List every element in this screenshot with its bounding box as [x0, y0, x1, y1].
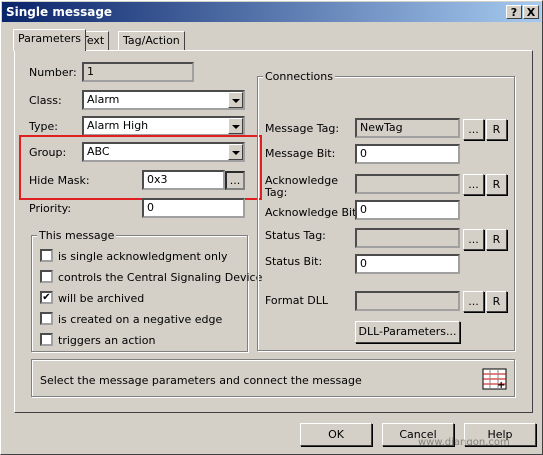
message-tag-label: Message Tag:	[265, 122, 340, 135]
dialog-window: Single message ? X Parameters Text Tag/A…	[0, 0, 543, 455]
message-tag-remove-button[interactable]: R	[486, 119, 507, 140]
format-dll-field	[355, 291, 460, 311]
svg-text:+: +	[497, 380, 505, 390]
priority-label: Priority:	[29, 202, 72, 215]
message-bit-field[interactable]: 0	[355, 144, 460, 164]
tab-tag-action[interactable]: Tag/Action	[118, 31, 185, 51]
central-signaling-label: controls the Central Signaling Device	[58, 271, 263, 284]
message-bit-label: Message Bit:	[265, 147, 336, 160]
negative-edge-checkbox[interactable]	[40, 312, 53, 325]
group-combobox[interactable]: ABC	[82, 142, 245, 162]
archived-checkbox[interactable]: ✔	[40, 291, 53, 304]
chevron-down-icon[interactable]	[228, 144, 243, 160]
format-dll-label: Format DLL	[265, 294, 328, 307]
chevron-down-icon[interactable]	[228, 92, 243, 108]
title-bar: Single message ? X	[2, 2, 541, 22]
message-grid-icon: +	[482, 368, 507, 391]
tab-parameters[interactable]: Parameters	[13, 29, 86, 51]
class-value: Alarm	[87, 93, 120, 106]
ack-tag-label-line2: Tag:	[265, 186, 288, 199]
ack-bit-label: Acknowledge Bit:	[265, 206, 361, 219]
number-field: 1	[82, 62, 194, 82]
triggers-action-checkbox[interactable]	[40, 333, 53, 346]
central-signaling-checkbox[interactable]	[40, 270, 53, 283]
status-bit-label: Status Bit:	[265, 255, 323, 268]
number-label: Number:	[29, 66, 77, 79]
help-question-button[interactable]: ?	[506, 5, 522, 19]
chevron-down-icon[interactable]	[228, 118, 243, 134]
ok-button[interactable]: OK	[300, 423, 372, 446]
type-combobox[interactable]: Alarm High	[82, 116, 245, 136]
group-value: ABC	[87, 145, 110, 158]
single-ack-checkbox[interactable]	[40, 249, 53, 262]
status-tag-label: Status Tag:	[265, 229, 326, 242]
hide-mask-field[interactable]: 0x3	[142, 170, 225, 190]
group-label: Group:	[29, 146, 67, 159]
hide-mask-browse-button[interactable]: ...	[225, 171, 245, 190]
format-dll-remove-button[interactable]: R	[486, 291, 507, 312]
ack-bit-field[interactable]: 0	[355, 200, 460, 220]
message-tag-browse-button[interactable]: ...	[463, 119, 484, 140]
ack-tag-field	[355, 174, 460, 194]
status-tag-browse-button[interactable]: ...	[463, 229, 484, 250]
type-value: Alarm High	[87, 119, 149, 132]
type-label: Type:	[29, 120, 58, 133]
hint-text: Select the message parameters and connec…	[40, 374, 362, 387]
window-title: Single message	[6, 5, 113, 19]
status-tag-field	[355, 228, 460, 248]
class-label: Class:	[29, 94, 62, 107]
dll-parameters-button[interactable]: DLL-Parameters...	[355, 321, 460, 343]
hide-mask-label: Hide Mask:	[29, 174, 90, 187]
watermark: www.diangon.com	[418, 437, 510, 448]
format-dll-browse-button[interactable]: ...	[463, 291, 484, 312]
status-bit-field[interactable]: 0	[355, 254, 460, 274]
ack-tag-remove-button[interactable]: R	[486, 174, 507, 195]
status-tag-remove-button[interactable]: R	[486, 229, 507, 250]
ack-tag-browse-button[interactable]: ...	[463, 174, 484, 195]
priority-field[interactable]: 0	[142, 198, 245, 218]
negative-edge-label: is created on a negative edge	[58, 313, 223, 326]
this-message-title: This message	[37, 229, 117, 242]
message-tag-field: NewTag	[355, 118, 460, 138]
single-ack-label: is single acknowledgment only	[58, 250, 228, 263]
triggers-action-label: triggers an action	[58, 334, 156, 347]
close-button[interactable]: X	[523, 5, 539, 19]
class-combobox[interactable]: Alarm	[82, 90, 245, 110]
connections-title: Connections	[263, 70, 335, 83]
archived-label: will be archived	[58, 292, 145, 305]
